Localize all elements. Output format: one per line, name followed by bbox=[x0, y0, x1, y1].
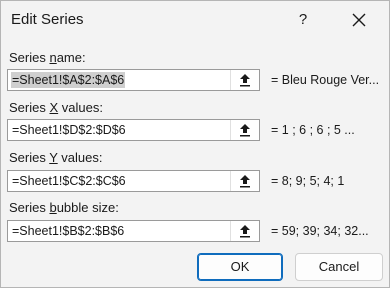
series-bubble-size-input[interactable]: =Sheet1!$B$2:$B$6 bbox=[7, 220, 260, 242]
close-icon bbox=[352, 13, 366, 27]
help-button[interactable]: ? bbox=[281, 5, 325, 35]
series-bubble-size-label: Series bubble size: bbox=[9, 200, 119, 215]
series-bubble-size-collapse-button[interactable] bbox=[230, 221, 259, 241]
series-bubble-size-preview: = 59; 39; 34; 32... bbox=[271, 224, 369, 238]
title-bar: Edit Series ? bbox=[1, 1, 389, 39]
dialog-title: Edit Series bbox=[11, 11, 84, 28]
series-y-values-input[interactable]: =Sheet1!$C$2:$C$6 bbox=[7, 170, 260, 192]
close-button[interactable] bbox=[335, 5, 383, 35]
series-x-values-input[interactable]: =Sheet1!$D$2:$D$6 bbox=[7, 119, 260, 141]
series-x-values-collapse-button[interactable] bbox=[230, 120, 259, 140]
collapse-dialog-icon bbox=[240, 74, 250, 87]
cancel-button[interactable]: Cancel bbox=[295, 253, 383, 281]
ok-button[interactable]: OK bbox=[197, 253, 283, 281]
collapse-dialog-icon bbox=[240, 175, 250, 188]
series-name-input[interactable]: =Sheet1!$A$2:$A$6 bbox=[7, 69, 260, 91]
series-name-value[interactable]: =Sheet1!$A$2:$A$6 bbox=[11, 72, 126, 88]
collapse-dialog-icon bbox=[240, 124, 250, 137]
collapse-dialog-icon bbox=[240, 225, 250, 238]
series-name-preview: = Bleu Rouge Ver... bbox=[271, 73, 380, 87]
series-x-values-label: Series X values: bbox=[9, 100, 103, 115]
series-y-values-preview: = 8; 9; 5; 4; 1 bbox=[271, 174, 345, 188]
series-bubble-size-value[interactable]: =Sheet1!$B$2:$B$6 bbox=[12, 224, 124, 238]
series-x-values-value[interactable]: =Sheet1!$D$2:$D$6 bbox=[12, 123, 126, 137]
series-name-label: Series name: bbox=[9, 50, 86, 65]
series-name-collapse-button[interactable] bbox=[230, 70, 259, 90]
series-x-values-preview: = 1 ; 6 ; 6 ; 5 ... bbox=[271, 123, 355, 137]
series-y-values-collapse-button[interactable] bbox=[230, 171, 259, 191]
series-y-values-value[interactable]: =Sheet1!$C$2:$C$6 bbox=[12, 174, 126, 188]
series-y-values-label: Series Y values: bbox=[9, 150, 103, 165]
edit-series-dialog: Edit Series ? Series name: =Sheet1!$A$2:… bbox=[0, 0, 390, 288]
